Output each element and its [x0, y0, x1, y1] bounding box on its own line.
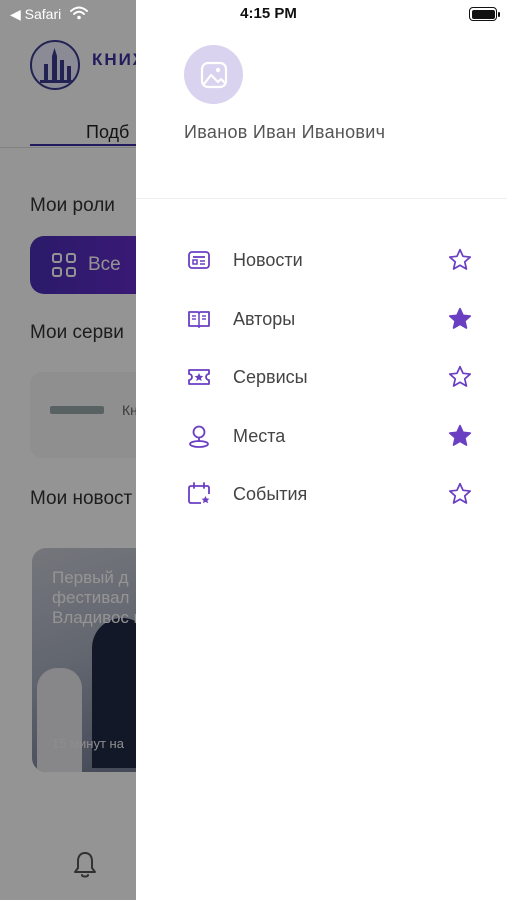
status-time: 4:15 PM [240, 5, 297, 22]
star-outline-icon[interactable] [446, 246, 474, 274]
avatar[interactable] [184, 45, 243, 104]
menu-item-events[interactable]: События [136, 469, 507, 519]
menu-item-news[interactable]: Новости [136, 235, 507, 285]
menu-item-label: Новости [233, 249, 303, 270]
calendar-star-icon [186, 481, 212, 507]
star-outline-icon[interactable] [446, 480, 474, 508]
image-placeholder-icon [200, 61, 227, 88]
menu-item-label: Авторы [233, 308, 296, 329]
star-outline-icon[interactable] [446, 363, 474, 391]
ticket-star-icon [186, 364, 212, 390]
menu-item-label: Места [233, 425, 286, 446]
star-filled-icon[interactable] [446, 305, 474, 333]
menu-item-label: Сервисы [233, 366, 308, 387]
star-filled-icon[interactable] [446, 422, 474, 450]
menu-item-services[interactable]: Сервисы [136, 352, 507, 402]
location-pin-icon [186, 423, 212, 449]
side-drawer: Иванов Иван Иванович Новости Авторы Серв… [136, 0, 507, 900]
drawer-divider [136, 198, 507, 199]
user-name: Иванов Иван Иванович [184, 122, 386, 142]
menu-item-places[interactable]: Места [136, 411, 507, 461]
news-icon [186, 247, 212, 273]
battery-icon [469, 7, 500, 21]
menu-item-label: События [233, 483, 308, 504]
status-bar: ◀ Safari 4:15 PM [0, 0, 507, 28]
book-icon [186, 306, 212, 332]
menu-item-authors[interactable]: Авторы [136, 294, 507, 344]
